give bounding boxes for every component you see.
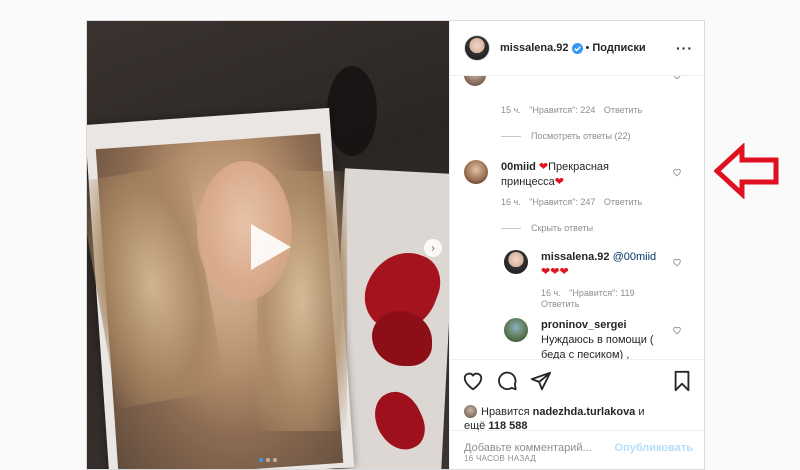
reply-comment: proninov_sergei Нуждаюсь в помощи ( беда… — [541, 318, 671, 359]
carousel-indicator — [87, 458, 449, 462]
avatar[interactable] — [504, 318, 528, 342]
comment-time: 16 ч. — [501, 197, 521, 207]
avatar[interactable] — [504, 250, 528, 274]
likes-suffix: и — [638, 406, 645, 418]
avatar[interactable] — [464, 160, 488, 184]
next-slide-button[interactable]: › — [424, 239, 442, 257]
share-icon[interactable] — [530, 370, 552, 392]
red-heart-icon: ❤ — [541, 266, 551, 278]
comment-likes[interactable]: "Нравится": 224 — [529, 105, 595, 115]
divider — [501, 227, 521, 229]
carousel-dot — [266, 458, 270, 462]
comment-username[interactable]: 00miid — [501, 161, 536, 173]
view-replies-button[interactable]: Посмотреть ответы (22) — [501, 131, 631, 141]
hide-replies-button[interactable]: Скрыть ответы — [501, 223, 593, 233]
comment-time: 15 ч. — [501, 105, 521, 115]
red-heart-icon: ❤ — [538, 161, 549, 173]
comment-time: 16 ч. — [541, 288, 561, 298]
comment-username[interactable]: missalena.92 — [541, 251, 610, 263]
red-heart-icon: ❤ — [554, 176, 564, 188]
comment: 00miid ❤Прекрасная принцесса❤ — [501, 160, 671, 190]
rose-image — [327, 66, 377, 156]
separator: • — [585, 42, 590, 54]
bookmark-icon[interactable] — [671, 370, 693, 392]
like-icon[interactable] — [462, 370, 484, 392]
comment-input[interactable]: Добавьте комментарий... — [464, 442, 592, 454]
comment-meta: 16 ч. "Нравится": 247 Ответить — [501, 197, 648, 207]
comment-likes[interactable]: "Нравится": 119 — [569, 288, 634, 298]
comment-likes[interactable]: "Нравится": 247 — [529, 197, 595, 207]
mention-link[interactable]: @00miid — [613, 251, 657, 263]
author-username[interactable]: missalena.92 — [500, 42, 569, 54]
red-heart-icon: ❤ — [559, 266, 569, 278]
more-horizontal-icon[interactable]: ··· — [676, 40, 693, 56]
likes-prefix: Нравится — [481, 406, 530, 418]
view-replies-label: Посмотреть ответы (22) — [531, 131, 631, 141]
comment-meta: 16 ч. "Нравится": 119 Ответить — [541, 288, 641, 310]
add-comment-bar: Добавьте комментарий... Опубликовать — [450, 430, 704, 469]
like-comment-icon[interactable] — [672, 167, 682, 177]
carousel-dot — [259, 458, 263, 462]
reply-comment: missalena.92 @00miid ❤❤❤ — [541, 250, 671, 280]
comment-icon[interactable] — [496, 370, 518, 392]
likes-summary: Нравится nadezhda.turlakova и ещё 118 58… — [464, 405, 645, 433]
comments-list: 15 ч. "Нравится": 224 Ответить Посмотрет… — [450, 76, 704, 359]
comment-username[interactable]: proninov_sergei — [541, 319, 627, 331]
reply-button[interactable]: Ответить — [604, 197, 642, 207]
carousel-dot — [273, 458, 277, 462]
avatar[interactable] — [464, 76, 486, 86]
action-icons — [462, 370, 552, 392]
avatar — [464, 405, 477, 418]
hide-replies-label: Скрыть ответы — [531, 223, 594, 233]
play-icon[interactable] — [243, 222, 293, 272]
instagram-post: › missalena.92 • Подписки ··· 15 ч. "Нра… — [86, 20, 705, 470]
red-arrow-annotation — [714, 143, 779, 199]
likes-username[interactable]: nadezhda.turlakova — [533, 406, 636, 418]
following-button[interactable]: Подписки — [592, 42, 645, 54]
divider — [501, 135, 521, 137]
chevron-right-icon: › — [431, 242, 435, 254]
post-header: missalena.92 • Подписки ··· — [450, 21, 704, 76]
post-media-video[interactable]: › — [87, 21, 449, 469]
avatar[interactable] — [464, 35, 490, 61]
comment-text: Нуждаюсь в помощи ( — [541, 334, 654, 346]
comment-meta: 15 ч. "Нравится": 224 Ответить — [501, 105, 648, 115]
verified-badge-icon — [571, 42, 583, 54]
publish-button[interactable]: Опубликовать — [614, 442, 693, 454]
like-comment-icon[interactable] — [672, 257, 682, 267]
like-comment-icon[interactable] — [672, 76, 682, 80]
reply-button[interactable]: Ответить — [604, 105, 642, 115]
comment-text: Прекрасная — [548, 161, 609, 173]
post-sidebar: missalena.92 • Подписки ··· 15 ч. "Нрави… — [449, 21, 704, 469]
reply-button[interactable]: Ответить — [541, 299, 579, 309]
comment-text: принцесса — [501, 176, 555, 188]
like-comment-icon[interactable] — [672, 325, 682, 335]
comment-text: беда с песиком) , — [541, 349, 630, 359]
